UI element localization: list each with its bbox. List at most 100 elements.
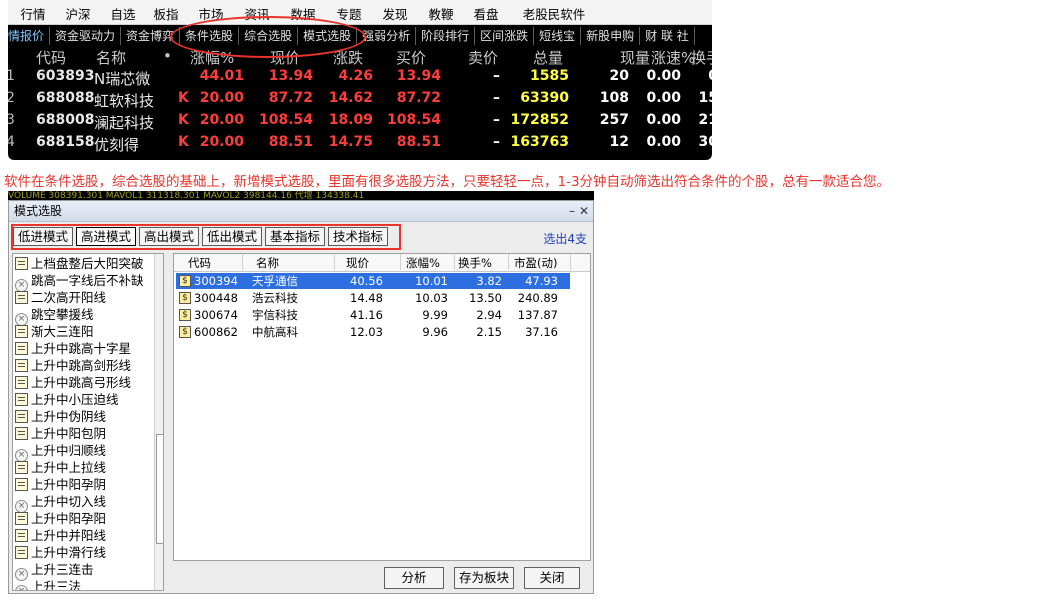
func-tab[interactable]: 财 联 社 [640, 27, 695, 45]
grid-col-5[interactable]: 市盈(动) [514, 255, 557, 271]
analyze-button[interactable]: 分析 [384, 567, 444, 589]
pattern-doc-icon [15, 529, 28, 542]
quote-row[interactable]: 4 688158 优刻得 K 20.00 88.51 14.75 88.51 –163763 12… [8, 134, 712, 156]
pattern-item[interactable]: × 上升中归顺线 [15, 442, 106, 462]
grid-col-1[interactable]: 名称 [256, 255, 279, 271]
quote-col-11[interactable]: 换手 [691, 47, 712, 68]
pattern-label: 上升三连击 [31, 562, 94, 577]
func-tab[interactable]: 短线宝 [534, 27, 582, 45]
menu-item[interactable]: 行情 [12, 0, 54, 24]
menu-item[interactable]: 发现 [372, 0, 418, 24]
grid-col-separator[interactable] [508, 254, 509, 270]
pattern-item[interactable]: 上升中并阳线 [15, 527, 106, 544]
pattern-item[interactable]: 上升中阳孕阴 [15, 476, 106, 493]
pattern-item[interactable]: × 跳空攀援线 [15, 306, 94, 326]
quote-cell-bid: 13.94 [396, 68, 441, 84]
pattern-item[interactable]: 上升中跳高弓形线 [15, 374, 131, 391]
mode-tab-2[interactable]: 高出模式 [139, 227, 199, 246]
pattern-item[interactable]: 上升中小压迫线 [15, 391, 119, 408]
quote-cell-name: N瑞芯微 [94, 70, 151, 88]
quote-row[interactable]: 1 603893 N瑞芯微 44.01 13.94 4.26 13.94 – 1585 20 0.0… [8, 68, 712, 90]
mode-tab-5[interactable]: 技术指标 [328, 227, 388, 246]
quote-cell-code: 688088 [36, 90, 95, 106]
menu-item[interactable]: 看盘 [464, 0, 508, 24]
grid-col-separator[interactable] [242, 254, 243, 270]
pattern-item[interactable]: 上升中伪阴线 [15, 408, 106, 425]
grid-col-separator[interactable] [454, 254, 455, 270]
grid-col-separator[interactable] [570, 254, 571, 270]
pattern-item[interactable]: 渐大三连阳 [15, 323, 94, 340]
pattern-item[interactable]: 上升中上拉线 [15, 459, 106, 476]
quote-cell-chg: 4.26 [338, 68, 373, 84]
grid-col-separator[interactable] [334, 254, 335, 270]
quote-row[interactable]: 2 688088 虹软科技 K 20.00 87.72 14.62 87.72 – 63390 10… [8, 90, 712, 112]
pattern-item[interactable]: 上档盘整后大阳突破 [15, 255, 144, 272]
grid-col-0[interactable]: 代码 [188, 255, 211, 271]
grid-col-separator[interactable] [400, 254, 401, 270]
dialog-window-controls[interactable]: – ✕ [569, 201, 589, 221]
menu-item[interactable]: 教鞭 [418, 0, 464, 24]
func-tab[interactable]: 情报价 [8, 27, 51, 45]
result-cell-pct: 10.01 [415, 274, 448, 288]
quote-cell-pct: 20.00 [199, 112, 244, 128]
quote-cell-pct: 44.01 [199, 68, 244, 84]
result-row[interactable]: $300674 宇信科技 41.16 9.99 2.94 137.87 [176, 307, 570, 323]
func-tab[interactable]: 阶段排行 [416, 27, 476, 45]
stock-icon: $ [179, 326, 191, 338]
pattern-item[interactable]: × 上升三法 [15, 578, 81, 590]
quote-cell-price: 108.54 [258, 112, 313, 128]
pattern-item[interactable]: × 上升三连击 [15, 561, 94, 581]
quote-row[interactable]: 3 688008 澜起科技 K 20.00 108.54 18.09 108.54 –17285… [8, 112, 712, 134]
mode-tab-3[interactable]: 低出模式 [202, 227, 262, 246]
pattern-item[interactable]: 二次高开阳线 [15, 289, 106, 306]
result-row[interactable]: $300448 浩云科技 14.48 10.03 13.50 240.89 [176, 290, 570, 306]
menu-item[interactable]: 老股民软件 [508, 0, 600, 24]
highlight-ellipse [170, 16, 366, 58]
menu-item[interactable]: 自选 [102, 0, 144, 24]
quote-col-2[interactable]: • [163, 47, 172, 65]
mode-tab-4[interactable]: 基本指标 [265, 227, 325, 246]
pattern-doc-icon [15, 478, 28, 491]
quote-col-6[interactable]: 买价 [396, 47, 426, 68]
result-grid-header: 代码 名称 现价 涨幅% 换手% 市盈(动) [174, 254, 590, 272]
pattern-label: 上升中阳孕阳 [31, 511, 107, 526]
pattern-item[interactable]: 上升中滑行线 [15, 544, 106, 561]
pattern-item[interactable]: 上升中跳高剑形线 [15, 357, 131, 374]
result-row[interactable]: $600862 中航高科 12.03 9.96 2.15 37.16 [176, 324, 570, 340]
quote-col-7[interactable]: 卖价 [468, 47, 498, 68]
pattern-label: 上升中切入线 [31, 494, 107, 509]
mode-tab-0[interactable]: 低进模式 [13, 227, 73, 246]
quote-cell-turn: 0 [708, 68, 712, 84]
result-cell-pct: 9.96 [422, 325, 448, 339]
grid-col-2[interactable]: 现价 [346, 255, 369, 271]
result-cell-pe: 37.16 [525, 325, 558, 339]
quote-col-8[interactable]: 总量 [533, 47, 563, 68]
scrollbar-thumb[interactable] [156, 434, 163, 544]
quote-col-10[interactable]: 涨速% [651, 47, 695, 68]
result-cell-name: 中航高科 [252, 325, 298, 339]
pattern-item[interactable]: 上升中阳包阴 [15, 425, 106, 442]
quote-col-9[interactable]: 现量 [620, 47, 650, 68]
pattern-item[interactable]: 上升中阳孕阳 [15, 510, 106, 527]
quote-col-0[interactable]: 代码 [36, 47, 66, 68]
pattern-doc-icon [15, 342, 28, 355]
grid-col-3[interactable]: 涨幅% [406, 255, 440, 271]
save-as-block-button[interactable]: 存为板块 [454, 567, 514, 589]
mode-tab-1[interactable]: 高进模式 [76, 227, 136, 246]
result-row[interactable]: $300394 天孚通信 40.56 10.01 3.82 47.93 [176, 273, 570, 289]
func-tab[interactable]: 区间涨跌 [475, 27, 535, 45]
menu-item[interactable]: 沪深 [54, 0, 102, 24]
close-button[interactable]: 关闭 [524, 567, 580, 589]
quote-cell-idx: 2 [8, 90, 15, 106]
pattern-list[interactable]: 上档盘整后大阳突破 × 跳高一字线后不补缺 二次高开阳线 × 跳空攀援线 渐大三连阳 上升中跳… [12, 253, 164, 591]
quote-col-1[interactable]: 名称 [96, 47, 126, 68]
pattern-item[interactable]: × 跳高一字线后不补缺 [15, 272, 144, 292]
quote-cell-ask: – [493, 68, 500, 84]
pattern-item[interactable]: 上升中跳高十字星 [15, 340, 131, 357]
pattern-item[interactable]: × 上升中切入线 [15, 493, 107, 513]
func-tab[interactable]: 资金驱动力 [50, 27, 122, 45]
grid-col-4[interactable]: 换手% [458, 255, 492, 271]
func-tab[interactable]: 新股申购 [581, 27, 641, 45]
pattern-list-scrollbar[interactable] [154, 254, 163, 590]
menu-item[interactable]: 板指 [144, 0, 188, 24]
